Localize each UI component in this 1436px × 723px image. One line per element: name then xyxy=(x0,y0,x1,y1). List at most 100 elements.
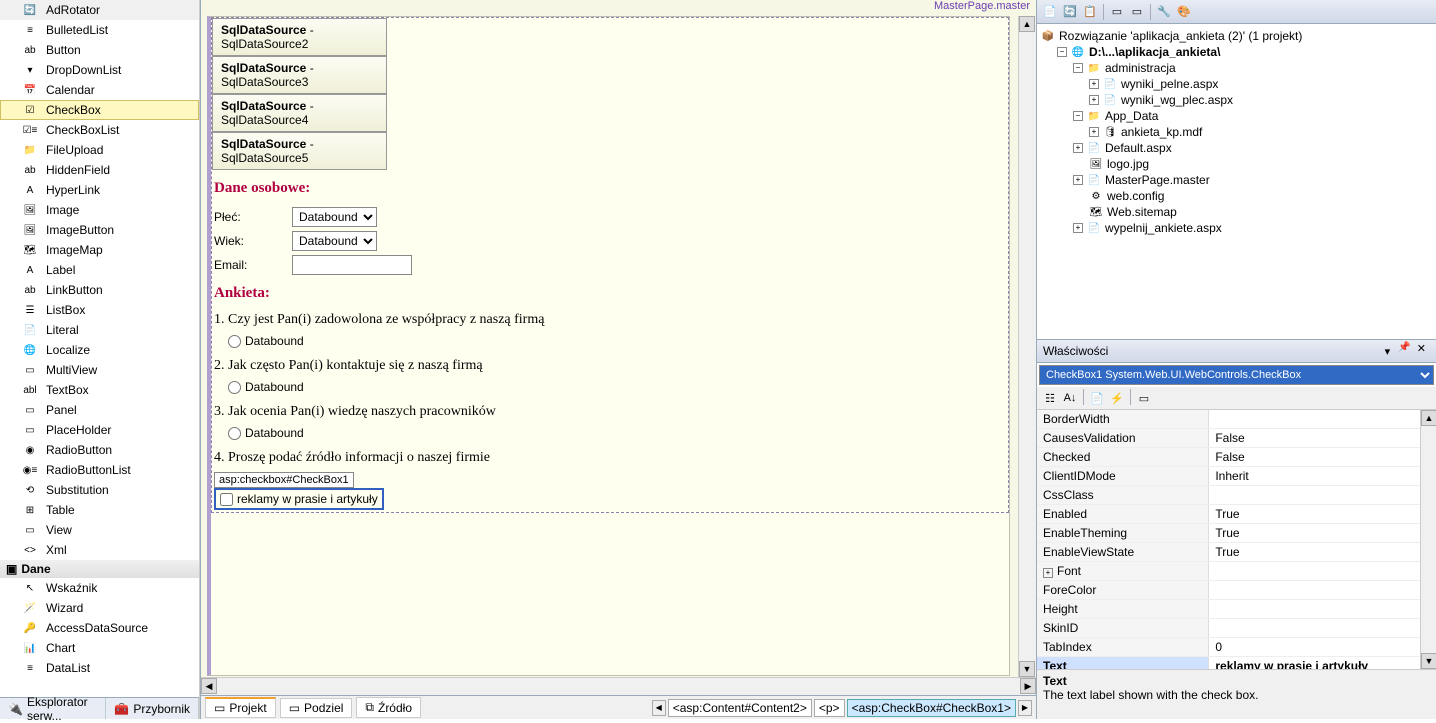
expander-icon[interactable]: − xyxy=(1073,63,1083,73)
close-icon[interactable]: ✕ xyxy=(1413,342,1430,360)
toolbar-btn-5[interactable]: ▭ xyxy=(1128,3,1146,21)
property-value[interactable]: Inherit xyxy=(1209,467,1420,485)
toolbar-btn-4[interactable]: ▭ xyxy=(1108,3,1126,21)
expander-icon[interactable]: + xyxy=(1073,143,1083,153)
property-value[interactable] xyxy=(1209,410,1420,428)
radio-q2[interactable] xyxy=(228,381,241,394)
toolbox-item-adrotator[interactable]: 🔄AdRotator xyxy=(0,0,199,20)
breadcrumb-next[interactable]: ▶ xyxy=(1018,700,1032,716)
expander-icon[interactable]: + xyxy=(1043,568,1053,578)
toolbox-item-view[interactable]: ▭View xyxy=(0,520,199,540)
tree-node-administracja[interactable]: −📁administracja xyxy=(1041,60,1432,76)
toolbox-item-accessdatasource[interactable]: 🔑AccessDataSource xyxy=(0,618,199,638)
property-pages-icon[interactable]: ▭ xyxy=(1135,389,1153,407)
object-dropdown[interactable]: CheckBox1 System.Web.UI.WebControls.Chec… xyxy=(1039,365,1434,385)
toolbox-item-hiddenfield[interactable]: abHiddenField xyxy=(0,160,199,180)
toolbox-item-image[interactable]: 🖼Image xyxy=(0,200,199,220)
solution-explorer[interactable]: 📦Rozwiązanie 'aplikacja_ankieta (2)' (1 … xyxy=(1037,24,1436,339)
toolbox-item-button[interactable]: abButton xyxy=(0,40,199,60)
property-row-causesvalidation[interactable]: CausesValidationFalse xyxy=(1037,429,1420,448)
property-value[interactable] xyxy=(1209,600,1420,618)
checkbox1-control[interactable]: reklamy w prasie i artykuły xyxy=(214,488,384,510)
toolbox-item-panel[interactable]: ▭Panel xyxy=(0,400,199,420)
expander-icon[interactable]: − xyxy=(1057,47,1067,57)
property-value[interactable]: True xyxy=(1209,505,1420,523)
property-value[interactable]: False xyxy=(1209,448,1420,466)
toolbar-btn-7[interactable]: 🎨 xyxy=(1175,3,1193,21)
property-row-enabled[interactable]: EnabledTrue xyxy=(1037,505,1420,524)
toolbox-item-wizard[interactable]: 🪄Wizard xyxy=(0,598,199,618)
breadcrumb-prev[interactable]: ◀ xyxy=(652,700,666,716)
tree-node-app-data[interactable]: −📁App_Data xyxy=(1041,108,1432,124)
properties-object-selector[interactable]: CheckBox1 System.Web.UI.WebControls.Chec… xyxy=(1037,363,1436,387)
toolbox-item-table[interactable]: ⊞Table xyxy=(0,500,199,520)
breadcrumb-checkbox1[interactable]: <asp:CheckBox#CheckBox1> xyxy=(847,699,1016,717)
tab-podziel[interactable]: ▭Podziel xyxy=(280,698,353,718)
breadcrumb-content2[interactable]: <asp:Content#Content2> xyxy=(668,699,812,717)
property-row-checked[interactable]: CheckedFalse xyxy=(1037,448,1420,467)
solution-root[interactable]: 📦Rozwiązanie 'aplikacja_ankieta (2)' (1 … xyxy=(1041,28,1432,44)
toolbox-scroll[interactable]: 🔄AdRotator≡BulletedListabButton▾DropDown… xyxy=(0,0,199,697)
tree-node-wyniki-wg-plec-aspx[interactable]: +📄wyniki_wg_plec.aspx xyxy=(1041,92,1432,108)
expander-icon[interactable]: + xyxy=(1089,79,1099,89)
textbox-email[interactable] xyxy=(292,255,412,275)
categorized-icon[interactable]: ☷ xyxy=(1041,389,1059,407)
property-row-enableviewstate[interactable]: EnableViewStateTrue xyxy=(1037,543,1420,562)
toolbox-item-imagemap[interactable]: 🗺ImageMap xyxy=(0,240,199,260)
property-row-borderwidth[interactable]: BorderWidth xyxy=(1037,410,1420,429)
toolbox-item-textbox[interactable]: ablTextBox xyxy=(0,380,199,400)
toolbox-item-substitution[interactable]: ⟲Substitution xyxy=(0,480,199,500)
horizontal-scrollbar[interactable]: ◀ ▶ xyxy=(201,677,1036,695)
properties-grid[interactable]: BorderWidthCausesValidationFalseCheckedF… xyxy=(1037,410,1420,669)
props-scroll-up[interactable]: ▲ xyxy=(1421,410,1436,426)
tab-eksplorator[interactable]: 🔌Eksplorator serw... xyxy=(0,698,106,719)
toolbox-item-literal[interactable]: 📄Literal xyxy=(0,320,199,340)
toolbox-item-localize[interactable]: 🌐Localize xyxy=(0,340,199,360)
tree-node-ankieta-kp-mdf[interactable]: +🛢ankieta_kp.mdf xyxy=(1041,124,1432,140)
toolbox-item-calendar[interactable]: 📅Calendar xyxy=(0,80,199,100)
toolbox-item-imagebutton[interactable]: 🖼ImageButton xyxy=(0,220,199,240)
tab-zrodlo[interactable]: ⧉Źródło xyxy=(356,697,421,718)
property-row-enabletheming[interactable]: EnableThemingTrue xyxy=(1037,524,1420,543)
scroll-right-arrow[interactable]: ▶ xyxy=(1020,678,1036,694)
toolbar-properties-icon[interactable]: 🔧 xyxy=(1155,3,1173,21)
tree-node-masterpage-master[interactable]: +📄MasterPage.master xyxy=(1041,172,1432,188)
pin-icon[interactable]: 📌 xyxy=(1398,342,1410,360)
toolbox-item-label[interactable]: ALabel xyxy=(0,260,199,280)
tab-przybornik[interactable]: 🧰Przybornik xyxy=(106,698,199,719)
dropdown-plec[interactable]: Databound xyxy=(292,207,377,227)
toolbox-item-dropdownlist[interactable]: ▾DropDownList xyxy=(0,60,199,80)
toolbar-refresh-icon[interactable]: 🔄 xyxy=(1061,3,1079,21)
scroll-down-arrow[interactable]: ▼ xyxy=(1019,661,1035,677)
property-value[interactable]: True xyxy=(1209,524,1420,542)
toolbox-item-wskaźnik[interactable]: ↖Wskaźnik xyxy=(0,578,199,598)
toolbox-item-bulletedlist[interactable]: ≡BulletedList xyxy=(0,20,199,40)
toolbox-item-checkbox[interactable]: ☑CheckBox xyxy=(0,100,199,120)
expander-icon[interactable]: + xyxy=(1073,175,1083,185)
expander-icon[interactable]: − xyxy=(1073,111,1083,121)
toolbox-section-dane[interactable]: ▣Dane xyxy=(0,560,199,578)
tree-node-web-config[interactable]: ⚙web.config xyxy=(1041,188,1432,204)
properties-scrollbar[interactable]: ▲ ▼ xyxy=(1420,410,1436,669)
toolbox-item-linkbutton[interactable]: abLinkButton xyxy=(0,280,199,300)
design-area[interactable]: SqlDataSource - SqlDataSource2SqlDataSou… xyxy=(201,16,1018,677)
scroll-left-arrow[interactable]: ◀ xyxy=(201,678,217,694)
toolbox-item-hyperlink[interactable]: AHyperLink xyxy=(0,180,199,200)
property-row-clientidmode[interactable]: ClientIDModeInherit xyxy=(1037,467,1420,486)
tab-projekt[interactable]: ▭Projekt xyxy=(205,697,276,718)
expander-icon[interactable]: + xyxy=(1089,127,1099,137)
property-value[interactable]: 0 xyxy=(1209,638,1420,656)
property-row-height[interactable]: Height xyxy=(1037,600,1420,619)
property-row-cssclass[interactable]: CssClass xyxy=(1037,486,1420,505)
props-scroll-down[interactable]: ▼ xyxy=(1421,653,1436,669)
property-row-forecolor[interactable]: ForeColor xyxy=(1037,581,1420,600)
properties-icon[interactable]: 📄 xyxy=(1088,389,1106,407)
property-value[interactable]: reklamy w prasie i artykuły xyxy=(1209,657,1420,669)
breadcrumb-p[interactable]: <p> xyxy=(814,699,845,717)
tree-node-logo-jpg[interactable]: 🖼logo.jpg xyxy=(1041,156,1432,172)
vertical-scrollbar[interactable]: ▲ ▼ xyxy=(1018,16,1036,677)
expander-icon[interactable]: + xyxy=(1089,95,1099,105)
toolbox-item-xml[interactable]: <>Xml xyxy=(0,540,199,560)
checkbox1-input[interactable] xyxy=(220,493,233,506)
toolbox-item-placeholder[interactable]: ▭PlaceHolder xyxy=(0,420,199,440)
